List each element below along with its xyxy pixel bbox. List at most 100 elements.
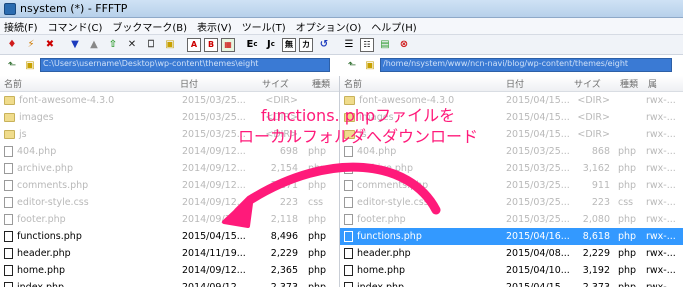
file-name-text: archive.php	[357, 163, 413, 174]
file-name: comments.php	[0, 180, 180, 191]
file-size: <DIR>	[577, 112, 610, 123]
col-kind[interactable]: 種類	[308, 77, 338, 90]
file-icon	[4, 163, 13, 174]
stop-icon[interactable]: ⊗	[396, 37, 412, 53]
file-row[interactable]: editor-style.css 2014/09/12... 223 css	[0, 194, 339, 211]
col-date[interactable]: 日付	[176, 77, 258, 90]
delete-icon[interactable]: ✕	[124, 37, 140, 53]
file-kind: php	[618, 180, 637, 191]
kanji-icon[interactable]: 無	[282, 37, 296, 52]
file-size: 2,229	[270, 248, 298, 259]
file-date: 2014/09/12...	[182, 265, 246, 276]
file-row[interactable]: index.php 2015/04/15...2,373phprwx-...	[340, 279, 683, 287]
menu-options[interactable]: オプション(O)	[296, 19, 362, 34]
file-name: footer.php	[0, 214, 180, 225]
file-name-text: index.php	[357, 282, 404, 287]
file-name-text: 404.php	[17, 146, 57, 157]
remote-up-folder-icon[interactable]: ⬑	[344, 58, 360, 72]
file-date: 2015/04/15...	[506, 112, 570, 123]
menu-view[interactable]: 表示(V)	[197, 19, 232, 34]
file-name-text: js	[19, 129, 27, 140]
local-path-input[interactable]: C:\Users\username\Desktop\wp-content\the…	[40, 58, 330, 72]
file-icon	[344, 282, 353, 287]
file-name: header.php	[0, 248, 180, 259]
ascii-mode-icon[interactable]: A	[187, 37, 201, 52]
menu-bar: 接続(F) コマンド(C) ブックマーク(B) 表示(V) ツール(T) オプシ…	[0, 18, 683, 35]
jc-icon[interactable]: Jc	[263, 37, 279, 53]
detail-view-icon[interactable]: ☷	[360, 37, 374, 52]
file-row[interactable]: functions.php 2015/04/16... 8,618 php rwx-..…	[340, 228, 683, 245]
file-row[interactable]: archive.php 2015/03/25... 3,162 php rwx-...	[340, 160, 683, 177]
menu-tools[interactable]: ツール(T)	[242, 19, 286, 34]
quick-connect-icon[interactable]: ⚡	[23, 37, 39, 53]
file-attr: rwx-...	[646, 214, 676, 225]
connect-icon[interactable]: ♦	[4, 37, 20, 53]
refresh-icon[interactable]: ↺	[316, 37, 332, 53]
remote-path-input[interactable]: /home/nsystem/www/ncn-navi/blog/wp-conte…	[380, 58, 672, 72]
file-attr: rwx-...	[644, 282, 680, 287]
col-name[interactable]: 名前	[340, 77, 502, 90]
file-row[interactable]: index.php 2014/09/12...2,373php	[0, 279, 339, 287]
binary-mode-icon[interactable]: B	[204, 37, 218, 52]
file-row[interactable]: home.php 2014/09/12... 2,365 php	[0, 262, 339, 279]
file-attr: rwx-...	[646, 146, 676, 157]
annotation-text: functions. phpファイルを ローカルフォルダへダウンロード	[238, 105, 478, 147]
file-attr: rwx-...	[646, 163, 676, 174]
file-icon	[4, 248, 13, 259]
remote-open-folder-icon[interactable]: ▣	[362, 58, 378, 72]
rename-icon[interactable]: ⎕	[143, 37, 159, 53]
upload-icon[interactable]: ▲	[86, 37, 102, 53]
file-name: editor-style.css	[0, 197, 180, 208]
file-name-text: header.php	[17, 248, 71, 259]
toolbar: ♦ ⚡ ✖ ▼ ▲ ⇧ ✕ ⎕ ▣ A B ▦ Ec Jc 無 カ ↺ ☰ ☷ …	[0, 35, 683, 55]
col-size[interactable]: サイズ	[258, 77, 308, 90]
file-date: 2015/03/25...	[506, 180, 570, 191]
file-row[interactable]: functions.php 2015/04/15... 8,496 php	[0, 228, 339, 245]
file-kind: php	[618, 231, 637, 242]
download-icon[interactable]: ▼	[67, 37, 83, 53]
file-row[interactable]: home.php 2015/04/10... 3,192 php rwx-...	[340, 262, 683, 279]
disconnect-icon[interactable]: ✖	[42, 37, 58, 53]
file-icon	[344, 231, 353, 242]
file-name-text: functions.php	[17, 231, 82, 242]
menu-help[interactable]: ヘルプ(H)	[371, 19, 416, 34]
col-attr[interactable]: 属	[644, 77, 674, 90]
file-date: 2015/04/16...	[506, 231, 570, 242]
local-open-folder-icon[interactable]: ▣	[22, 58, 38, 72]
auto-mode-icon[interactable]: ▦	[221, 37, 235, 52]
file-kind: php	[308, 214, 327, 225]
menu-connect[interactable]: 接続(F)	[4, 19, 38, 34]
file-date: 2015/04/10...	[506, 265, 570, 276]
menu-bookmark[interactable]: ブックマーク(B)	[112, 19, 187, 34]
file-row[interactable]: comments.php 2015/03/25... 911 php rwx-...	[340, 177, 683, 194]
col-kind[interactable]: 種類	[616, 77, 644, 90]
col-date[interactable]: 日付	[502, 77, 570, 90]
file-row[interactable]: footer.php 2015/03/25... 2,080 php rwx-...	[340, 211, 683, 228]
file-name: js	[0, 129, 180, 140]
mirror-upload-icon[interactable]: ⇧	[105, 37, 121, 53]
file-name-text: font-awesome-4.3.0	[19, 95, 115, 106]
file-name: archive.php	[340, 163, 504, 174]
sync-icon[interactable]: ▤	[377, 37, 393, 53]
ec-icon[interactable]: Ec	[244, 37, 260, 53]
file-date: 2014/11/19...	[182, 248, 246, 259]
file-attr: rwx-...	[646, 265, 676, 276]
file-kind: php	[308, 231, 327, 242]
file-name: home.php	[340, 265, 504, 276]
file-row[interactable]: archive.php 2014/09/12... 2,154 php	[0, 160, 339, 177]
local-path-row: ⬑ ▣ C:\Users\username\Desktop\wp-content…	[4, 56, 338, 74]
kana-icon[interactable]: カ	[299, 37, 313, 52]
file-row[interactable]: footer.php 2014/09/12... 2,118 php	[0, 211, 339, 228]
col-name[interactable]: 名前	[0, 77, 176, 90]
col-size[interactable]: サイズ	[570, 77, 616, 90]
file-row[interactable]: comments.php 2014/09/12... 2,171 php	[0, 177, 339, 194]
file-row[interactable]: header.php 2014/11/19... 2,229 php	[0, 245, 339, 262]
list-view-icon[interactable]: ☰	[341, 37, 357, 53]
mkdir-icon[interactable]: ▣	[162, 37, 178, 53]
file-row[interactable]: editor-style.css 2015/03/25... 223 css rwx-.…	[340, 194, 683, 211]
file-size: 911	[591, 180, 610, 191]
file-row[interactable]: header.php 2015/04/08... 2,229 php rwx-...	[340, 245, 683, 262]
file-name: images	[0, 112, 180, 123]
local-up-folder-icon[interactable]: ⬑	[4, 58, 20, 72]
menu-command[interactable]: コマンド(C)	[48, 19, 103, 34]
